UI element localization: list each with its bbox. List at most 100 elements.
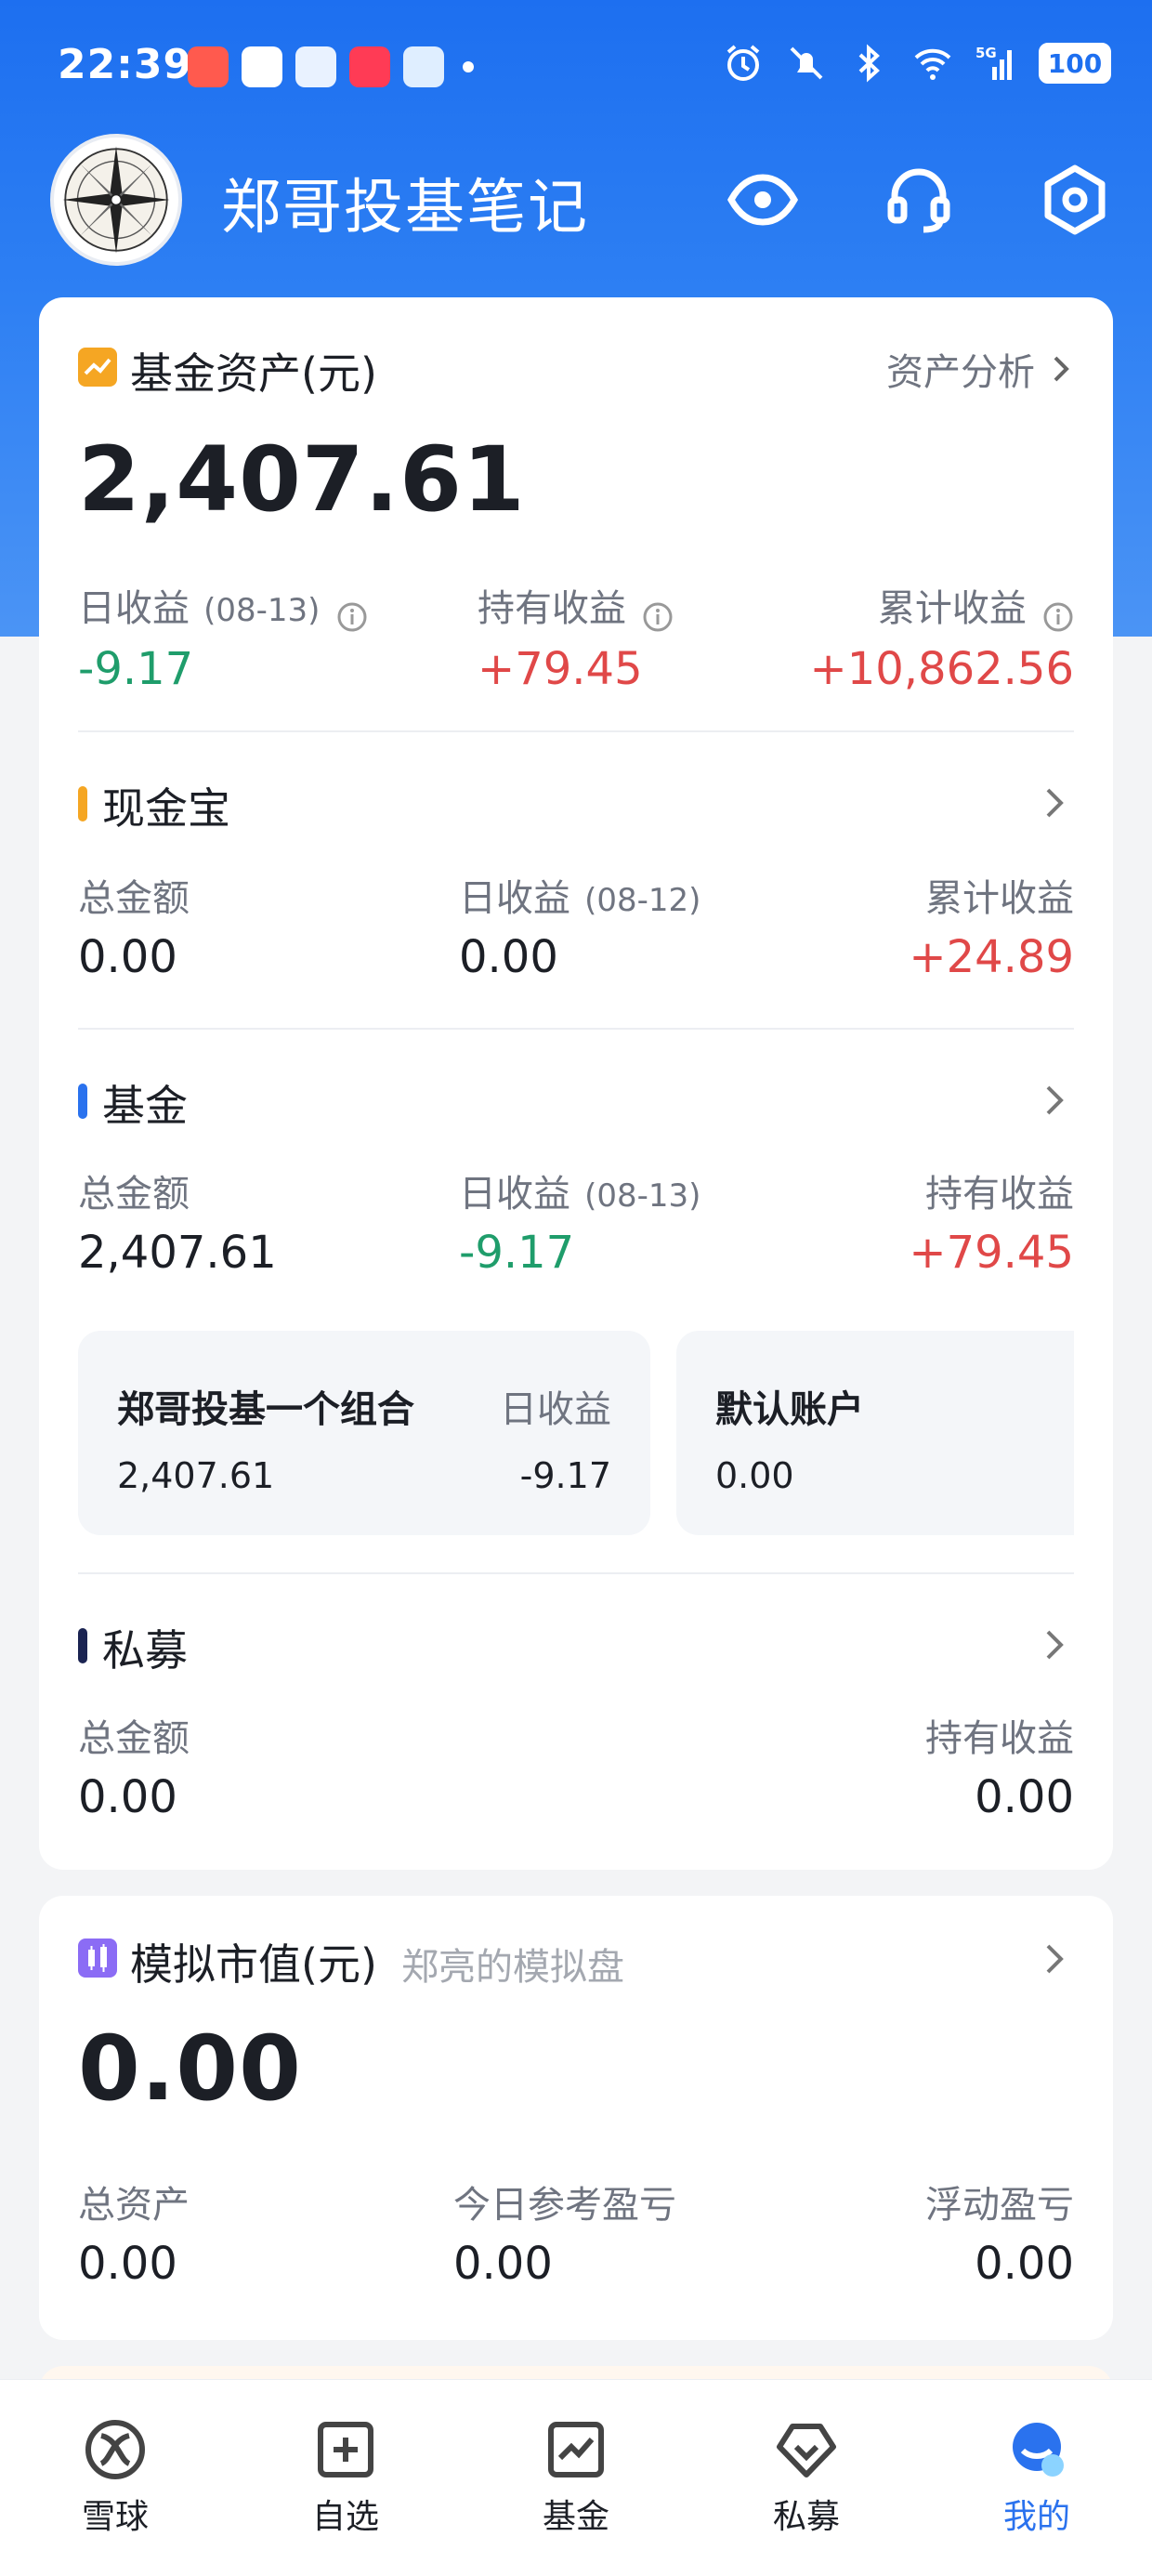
- fund-daily-date: (08-13): [584, 1177, 701, 1215]
- system-icons: 5G 100: [723, 43, 1111, 84]
- daily-income-value: -9.17: [78, 643, 194, 695]
- cash-cumulative-label: 累计收益: [925, 877, 1074, 920]
- daily-income-date: (08-13): [203, 592, 321, 629]
- sim-float-label: 浮动盈亏: [925, 2184, 1074, 2227]
- battery-indicator: 100: [1039, 43, 1111, 84]
- candlestick-icon: [78, 1939, 117, 1978]
- nav-label: 雪球: [81, 2498, 149, 2536]
- simulation-card: 模拟市值(元) 郑亮的模拟盘 0.00 总资产 0.00 今日参考盈亏 0.00…: [39, 1896, 1113, 2340]
- fund-total-label: 总金额: [78, 1173, 190, 1216]
- visibility-toggle-button[interactable]: [721, 158, 805, 242]
- info-icon[interactable]: [1042, 601, 1074, 633]
- trend-icon: [78, 348, 117, 387]
- cash-section-title[interactable]: 现金宝: [102, 775, 230, 836]
- app-notification-icon: [295, 46, 336, 87]
- headset-icon: [887, 168, 950, 233]
- portfolio-name: 郑哥投基一个组合: [117, 1388, 414, 1431]
- cash-section-marker: [78, 786, 87, 821]
- notification-icons: [188, 46, 474, 87]
- fund-daily-label: 日收益 (08-13): [459, 1173, 701, 1216]
- gear-icon: [1044, 164, 1106, 235]
- chart-square-icon: [548, 2422, 604, 2477]
- bottom-navigation: 雪球 自选 基金 私募 我的: [0, 2379, 1152, 2576]
- portfolio-amount: 2,407.61: [117, 1455, 275, 1496]
- sim-asset-value: 0.00: [78, 2238, 177, 2290]
- eye-icon: [727, 174, 799, 226]
- asset-analysis-link[interactable]: 资产分析: [886, 342, 1074, 396]
- status-time: 22:39: [58, 41, 193, 88]
- portfolio-name: 默认账户: [715, 1388, 864, 1431]
- alarm-icon: [727, 45, 760, 81]
- nav-tab-snowball[interactable]: 雪球: [41, 2417, 190, 2538]
- simulation-subtitle: 郑亮的模拟盘: [401, 1946, 624, 1989]
- nav-tab-watchlist[interactable]: 自选: [271, 2417, 420, 2538]
- cash-total-label: 总金额: [78, 877, 190, 920]
- nav-tab-private[interactable]: 私募: [732, 2417, 881, 2538]
- private-total-value: 0.00: [78, 1771, 177, 1823]
- portfolio-card-default[interactable]: 默认账户 0.00: [676, 1331, 1074, 1535]
- chevron-right-icon[interactable]: [1037, 784, 1074, 821]
- nav-label: 我的: [1002, 2498, 1070, 2536]
- cumulative-income-value: +10,862.56: [809, 643, 1074, 695]
- cumulative-income-label: 累计收益: [878, 578, 1074, 633]
- video-app-icon: [349, 46, 390, 87]
- divider: [78, 1572, 1074, 1574]
- app-notification-icon: [242, 46, 282, 87]
- asset-analysis-label: 资产分析: [886, 351, 1035, 394]
- simulation-title: 模拟市值(元): [130, 1939, 377, 1990]
- portfolio-card[interactable]: 郑哥投基一个组合 日收益 2,407.61 -9.17: [78, 1331, 650, 1535]
- assets-title: 基金资产(元): [130, 348, 377, 399]
- cash-cumulative-value: +24.89: [909, 931, 1074, 983]
- nav-label: 私募: [772, 2498, 840, 2536]
- status-bar: 22:39 5G 100: [0, 0, 1152, 139]
- nav-label: 自选: [311, 2498, 379, 2536]
- nav-label: 基金: [542, 2498, 609, 2536]
- compass-logo-icon: [62, 146, 170, 254]
- private-section-marker: [78, 1628, 87, 1663]
- cash-total-value: 0.00: [78, 931, 177, 983]
- settings-button[interactable]: [1033, 158, 1117, 242]
- fund-total-value: 2,407.61: [78, 1227, 277, 1279]
- sim-asset-label: 总资产: [78, 2184, 190, 2227]
- assets-total: 2,407.61: [78, 427, 526, 532]
- app-header: 郑哥投基笔记: [0, 130, 1152, 269]
- app-title: 郑哥投基笔记: [221, 174, 589, 243]
- fund-assets-card: 基金资产(元) 资产分析 2,407.61 日收益 (08-13) -9.17 …: [39, 297, 1113, 1870]
- chevron-right-icon[interactable]: [1037, 1626, 1074, 1663]
- sim-float-value: 0.00: [975, 2238, 1074, 2290]
- more-notifications-dot: [463, 61, 474, 72]
- private-holding-label: 持有收益: [925, 1717, 1074, 1760]
- divider: [78, 730, 1074, 732]
- private-total-label: 总金额: [78, 1717, 190, 1760]
- fund-section-title[interactable]: 基金: [102, 1072, 188, 1134]
- add-square-icon: [318, 2422, 373, 2477]
- holding-income-value: +79.45: [478, 643, 643, 695]
- daily-income-label: 日收益 (08-13): [78, 578, 368, 633]
- app-notification-icon: [188, 46, 229, 87]
- divider: [78, 1028, 1074, 1030]
- fund-daily-value: -9.17: [459, 1227, 575, 1279]
- nav-tab-mine[interactable]: 我的: [962, 2417, 1111, 2538]
- fund-holding-label: 持有收益: [925, 1173, 1074, 1216]
- info-icon[interactable]: [336, 601, 368, 633]
- fund-holding-value: +79.45: [909, 1227, 1074, 1279]
- chevron-right-icon[interactable]: [1037, 1082, 1074, 1119]
- customer-service-button[interactable]: [877, 158, 961, 242]
- chevron-right-icon: [1054, 356, 1069, 382]
- info-icon[interactable]: [642, 601, 674, 633]
- sim-today-label: 今日参考盈亏: [453, 2184, 676, 2227]
- private-holding-value: 0.00: [975, 1771, 1074, 1823]
- simulation-total: 0.00: [78, 2017, 302, 2121]
- nav-tab-fund[interactable]: 基金: [502, 2417, 650, 2538]
- holding-income-label: 持有收益: [478, 578, 674, 633]
- svg-text:5G: 5G: [975, 45, 997, 61]
- portfolio-amount: 0.00: [715, 1455, 794, 1496]
- profile-bubble-icon: [1013, 2423, 1064, 2477]
- private-section-title[interactable]: 私募: [102, 1617, 188, 1678]
- fund-section-marker: [78, 1084, 87, 1119]
- app-notification-icon: [403, 46, 444, 87]
- cash-daily-value: 0.00: [459, 931, 558, 983]
- chevron-right-icon[interactable]: [1037, 1940, 1074, 1978]
- mute-icon: [790, 46, 823, 80]
- avatar[interactable]: [50, 134, 182, 266]
